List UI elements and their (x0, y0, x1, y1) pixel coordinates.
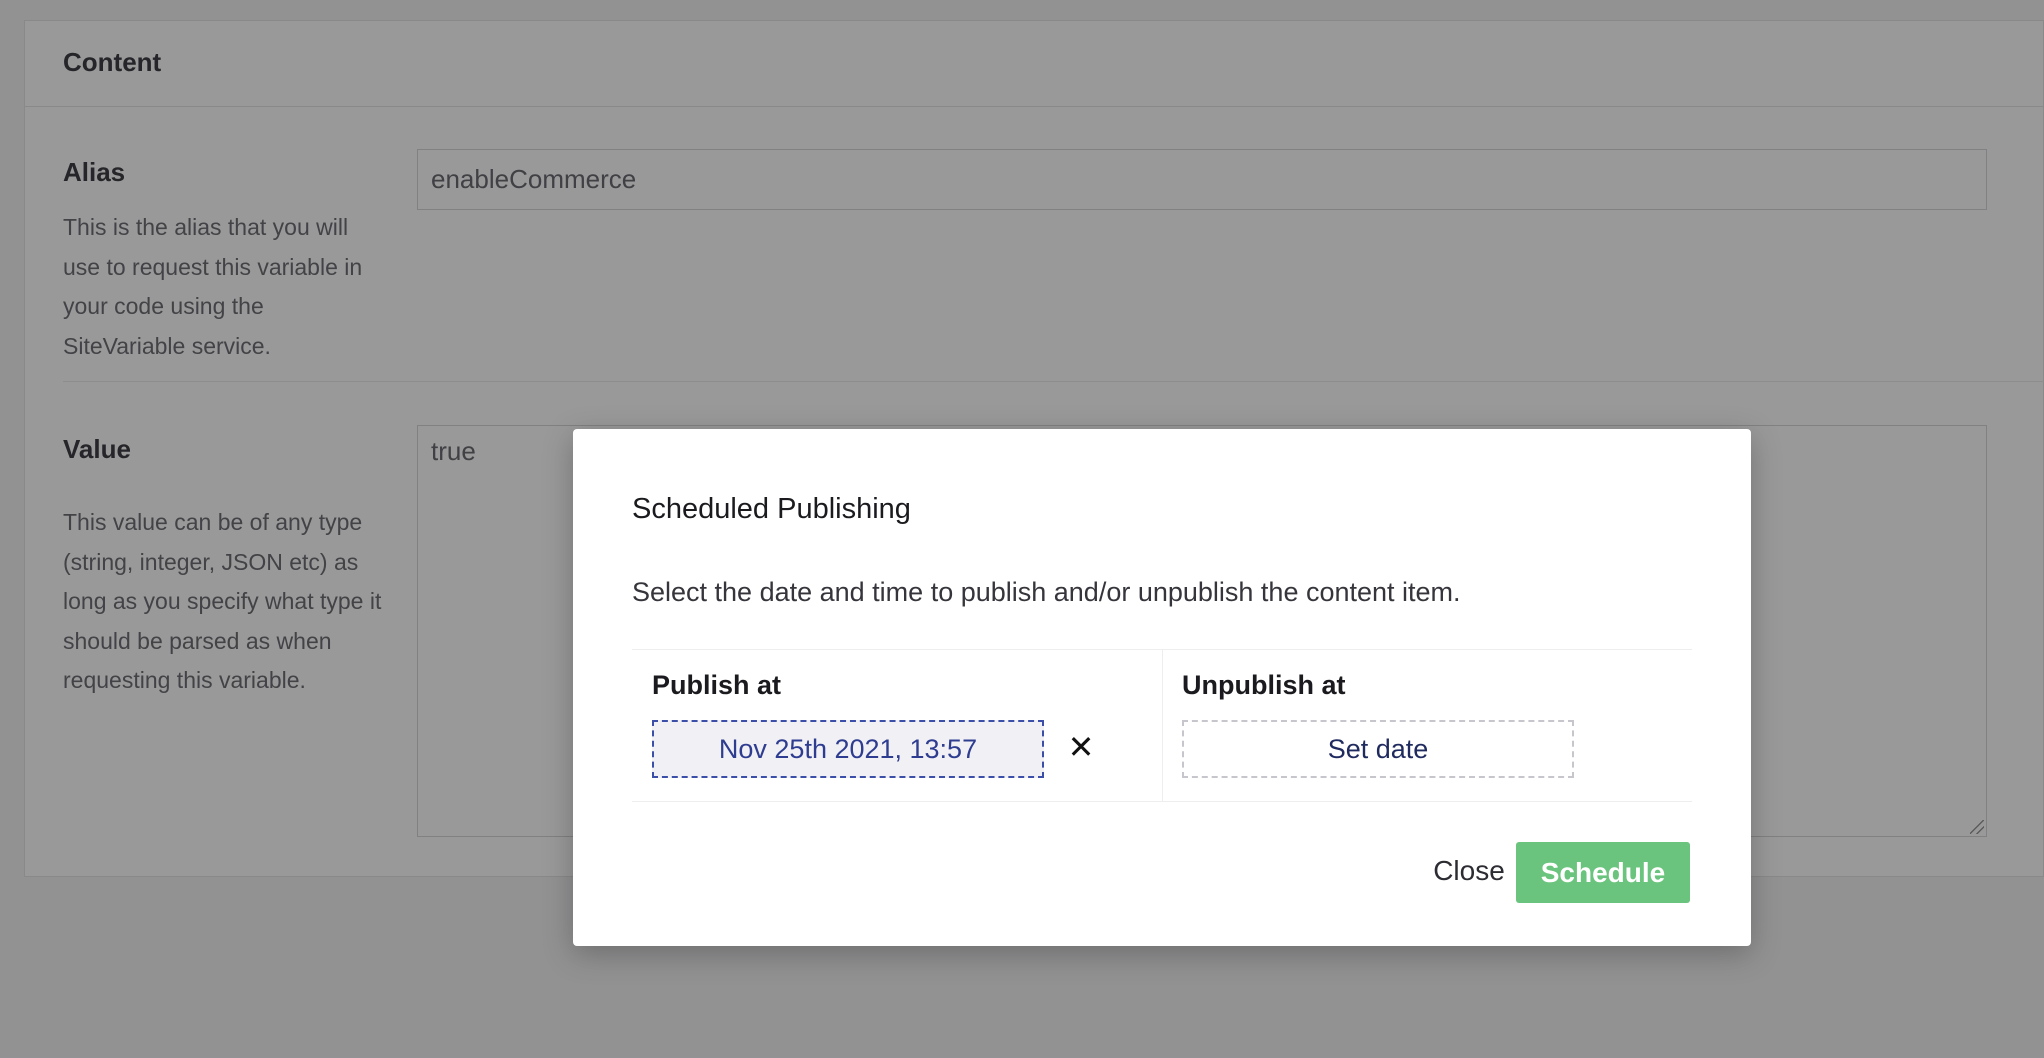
unpublish-set-date-button[interactable]: Set date (1182, 720, 1574, 778)
publish-date-button[interactable]: Nov 25th 2021, 13:57 (652, 720, 1044, 778)
schedule-button[interactable]: Schedule (1516, 842, 1690, 903)
scheduled-publishing-dialog: Scheduled Publishing Select the date and… (573, 429, 1751, 946)
schedule-table: Publish at Nov 25th 2021, 13:57 ✕ Unpubl… (632, 649, 1692, 802)
close-icon[interactable]: ✕ (1064, 722, 1098, 772)
dialog-description: Select the date and time to publish and/… (632, 577, 1461, 607)
publish-at-label: Publish at (652, 670, 782, 700)
unpublish-at-label: Unpublish at (1182, 670, 1346, 700)
column-divider (1162, 650, 1163, 801)
close-button[interactable]: Close (1409, 841, 1529, 901)
dialog-title: Scheduled Publishing (632, 493, 911, 525)
